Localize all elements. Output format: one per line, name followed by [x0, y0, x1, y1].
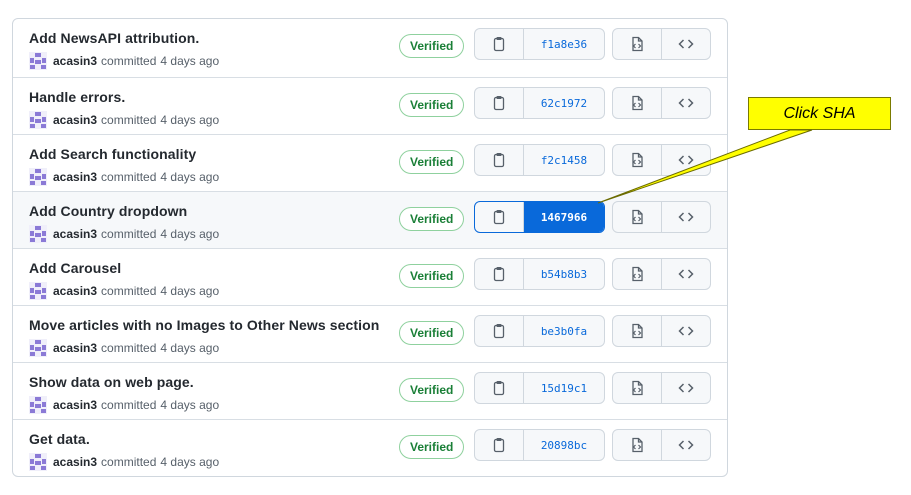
callout-pointer: [597, 129, 813, 204]
